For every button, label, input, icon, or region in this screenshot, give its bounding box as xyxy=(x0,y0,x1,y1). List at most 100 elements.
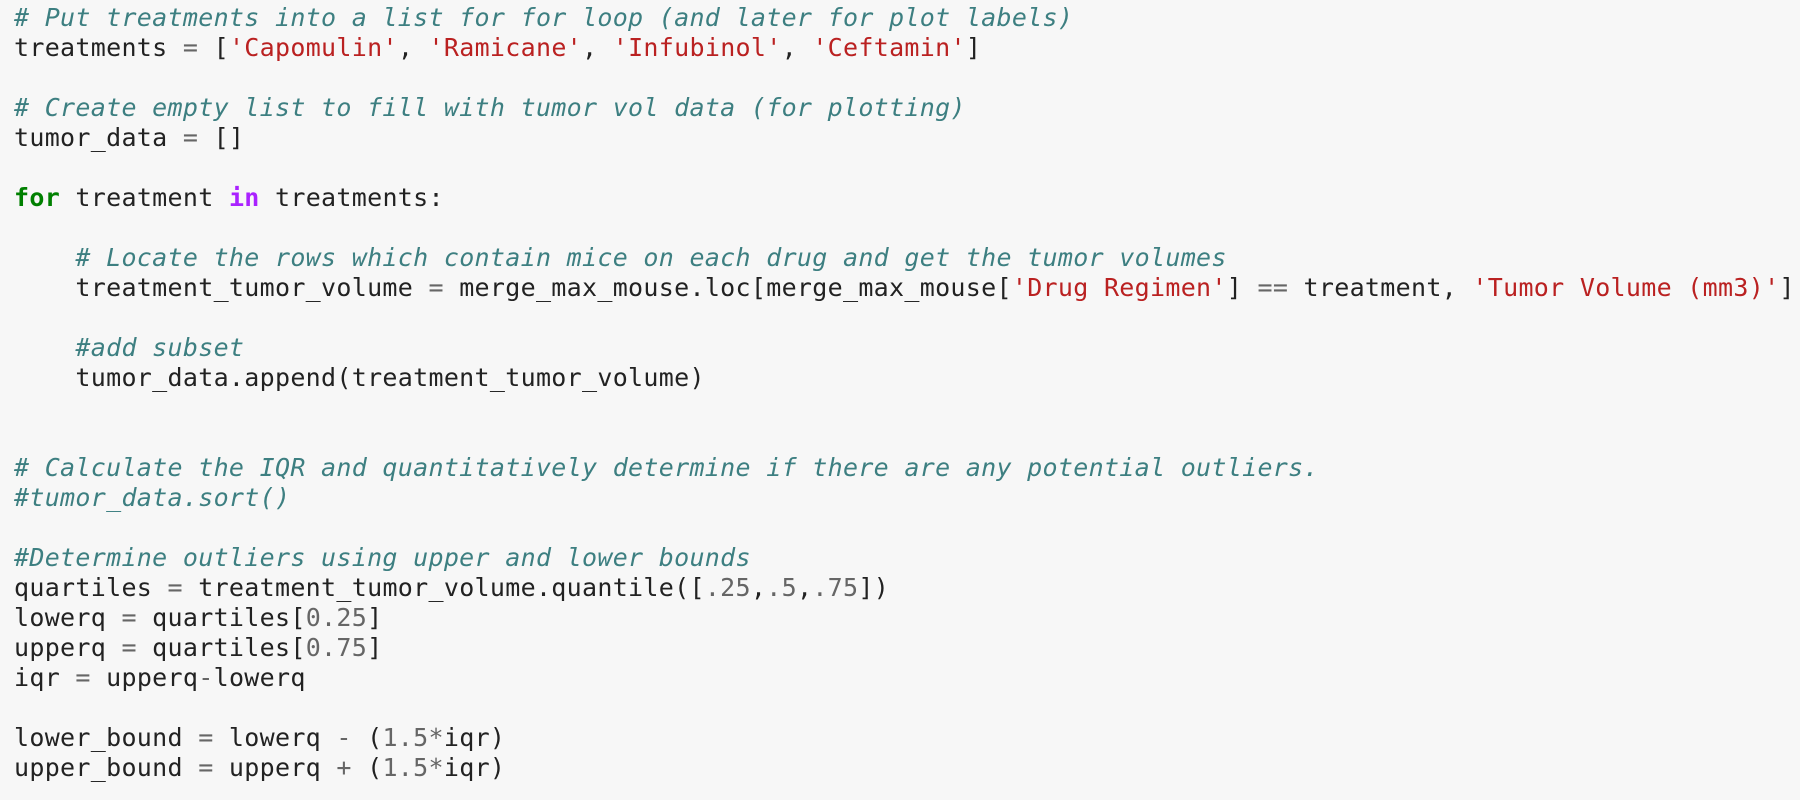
code-token: 'Drug Regimen' xyxy=(1011,273,1227,302)
code-token: = xyxy=(75,663,91,692)
code-token: 0.25 xyxy=(305,603,368,632)
code-line: #add subset xyxy=(14,333,1800,363)
code-token: upperq xyxy=(90,663,199,692)
code-token: * xyxy=(428,753,444,782)
code-token: quartiles[ xyxy=(136,603,306,632)
code-token: upperq xyxy=(14,633,122,662)
code-token: .25 xyxy=(704,573,751,602)
code-token: upper_bound xyxy=(14,753,199,782)
code-line: tumor_data.append(treatment_tumor_volume… xyxy=(14,363,1800,393)
code-token: treatment_tumor_volume.quantile([ xyxy=(182,573,705,602)
code-token: ]) xyxy=(858,573,890,602)
code-token: = xyxy=(428,273,444,302)
code-token: quartiles[ xyxy=(136,633,306,662)
code-token: tumor_data.append(treatment_tumor_volume… xyxy=(14,363,705,392)
code-token: ] xyxy=(1779,273,1795,302)
code-token: * xyxy=(428,723,444,752)
code-token: #tumor_data.sort() xyxy=(14,483,291,512)
code-token: treatments xyxy=(14,33,183,62)
code-token: lowerq xyxy=(213,663,306,692)
code-token: = xyxy=(198,753,214,782)
code-token: 0.75 xyxy=(305,633,368,662)
code-token: = xyxy=(167,573,183,602)
code-line: quartiles = treatment_tumor_volume.quant… xyxy=(14,573,1800,603)
code-line: for treatment in treatments: xyxy=(14,183,1800,213)
code-token: .5 xyxy=(766,573,797,602)
code-token: treatment_tumor_volume xyxy=(14,273,429,302)
code-token: treatment xyxy=(60,183,229,212)
code-line: # Create empty list to fill with tumor v… xyxy=(14,93,1800,123)
code-token: 'Infubinol' xyxy=(612,33,782,62)
code-token: [ xyxy=(198,33,229,62)
code-token: # Locate the rows which contain mice on … xyxy=(75,243,1227,272)
code-token: # Create empty list to fill with tumor v… xyxy=(14,93,966,122)
code-line: treatment_tumor_volume = merge_max_mouse… xyxy=(14,273,1800,303)
code-token: ] xyxy=(965,33,982,62)
code-line: iqr = upperq-lowerq xyxy=(14,663,1800,693)
code-line: lower_bound = lowerq - (1.5*iqr) xyxy=(14,723,1800,753)
code-token: #Determine outliers using upper and lowe… xyxy=(14,543,751,572)
code-line: #Determine outliers using upper and lowe… xyxy=(14,543,1800,573)
code-token: lower_bound xyxy=(14,723,199,752)
code-line: tumor_data = [] xyxy=(14,123,1800,153)
code-token: = xyxy=(182,33,199,62)
code-token: = xyxy=(198,723,214,752)
code-token: [] xyxy=(198,123,245,152)
code-token: ( xyxy=(351,723,383,752)
code-token: == xyxy=(1257,273,1289,302)
code-token: ( xyxy=(351,753,383,782)
code-token: ] xyxy=(1226,273,1258,302)
code-line: # Put treatments into a list for for loo… xyxy=(14,3,1800,33)
code-token: ] xyxy=(367,633,383,662)
code-token: upperq xyxy=(213,753,337,782)
code-line: lowerq = quartiles[0.25] xyxy=(14,603,1800,633)
code-token: , xyxy=(582,33,613,62)
code-token: = xyxy=(121,603,137,632)
code-token: 1.5 xyxy=(382,753,429,782)
code-token: 'Ramicane' xyxy=(428,33,583,62)
code-line: upper_bound = upperq + (1.5*iqr) xyxy=(14,753,1800,783)
code-editor[interactable]: # Put treatments into a list for for loo… xyxy=(0,0,1800,783)
code-token: lowerq xyxy=(213,723,337,752)
code-token: in xyxy=(228,183,260,212)
code-token: .75 xyxy=(812,573,859,602)
code-token: lowerq xyxy=(14,603,122,632)
code-line: #tumor_data.sort() xyxy=(14,483,1800,513)
code-line: # Calculate the IQR and quantitatively d… xyxy=(14,453,1800,483)
code-token: = xyxy=(121,633,137,662)
code-token: quartiles xyxy=(14,573,168,602)
code-token: #add subset xyxy=(75,333,245,362)
code-cell[interactable]: # Put treatments into a list for for loo… xyxy=(0,0,1800,800)
code-token: 'Capomulin' xyxy=(228,33,398,62)
code-token: = xyxy=(182,123,199,152)
code-token: , xyxy=(397,33,429,62)
code-token: merge_max_mouse.loc[merge_max_mouse[ xyxy=(443,273,1012,302)
code-line: upperq = quartiles[0.75] xyxy=(14,633,1800,663)
code-token: , xyxy=(781,33,813,62)
code-token: iqr) xyxy=(443,723,506,752)
code-token: 'Tumor Volume (mm3)' xyxy=(1472,273,1780,302)
code-token: iqr xyxy=(14,663,76,692)
code-token: # Put treatments into a list for for loo… xyxy=(14,3,1074,32)
code-token: + xyxy=(336,753,352,782)
code-token: # Calculate the IQR and quantitatively d… xyxy=(14,453,1319,482)
code-token: treatments: xyxy=(259,183,444,212)
code-token: for xyxy=(14,183,61,212)
code-token: ] xyxy=(367,603,383,632)
code-token: , xyxy=(796,573,813,602)
code-token: 'Ceftamin' xyxy=(812,33,966,62)
code-token: tumor_data xyxy=(14,123,183,152)
code-line: # Locate the rows which contain mice on … xyxy=(14,243,1800,273)
code-token: iqr) xyxy=(443,753,506,782)
code-token: 1.5 xyxy=(382,723,429,752)
